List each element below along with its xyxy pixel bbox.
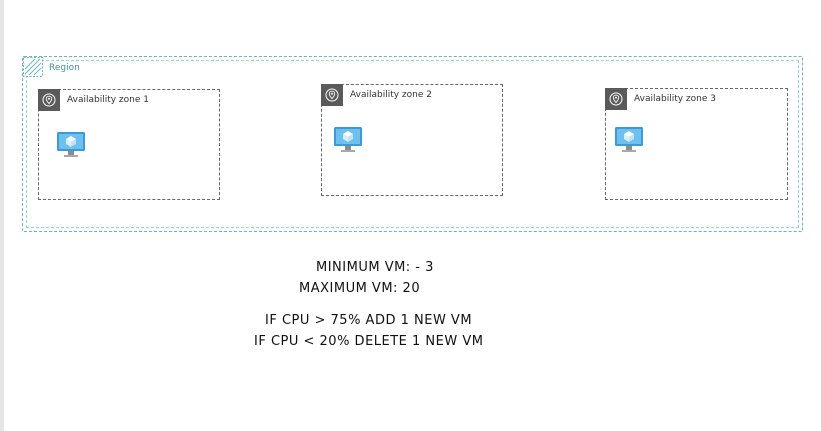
zone-label: Availability zone 3: [634, 94, 716, 104]
location-pin-icon: [321, 84, 343, 106]
virtual-machine-icon: [614, 126, 644, 154]
virtual-machine-icon: [333, 126, 363, 154]
location-pin-icon: [605, 88, 627, 110]
scale-in-rule: IF CPU < 20% DELETE 1 NEW VM: [254, 334, 484, 349]
zone-label: Availability zone 2: [350, 90, 432, 100]
virtual-machine-icon: [56, 131, 86, 159]
availability-zone-1: Availability zone 1: [38, 89, 220, 200]
window-left-edge: [0, 0, 4, 431]
availability-zone-2: Availability zone 2: [321, 84, 503, 196]
min-vm-note: MINIMUM VM: - 3: [316, 260, 434, 275]
scale-out-rule: IF CPU > 75% ADD 1 NEW VM: [265, 313, 473, 328]
max-vm-note: MAXIMUM VM: 20: [299, 281, 421, 296]
availability-zone-3: Availability zone 3: [605, 88, 788, 200]
location-pin-icon: [38, 89, 60, 111]
zone-label: Availability zone 1: [67, 95, 149, 105]
region-hatch-icon: [23, 57, 43, 77]
region-label: Region: [49, 63, 80, 73]
